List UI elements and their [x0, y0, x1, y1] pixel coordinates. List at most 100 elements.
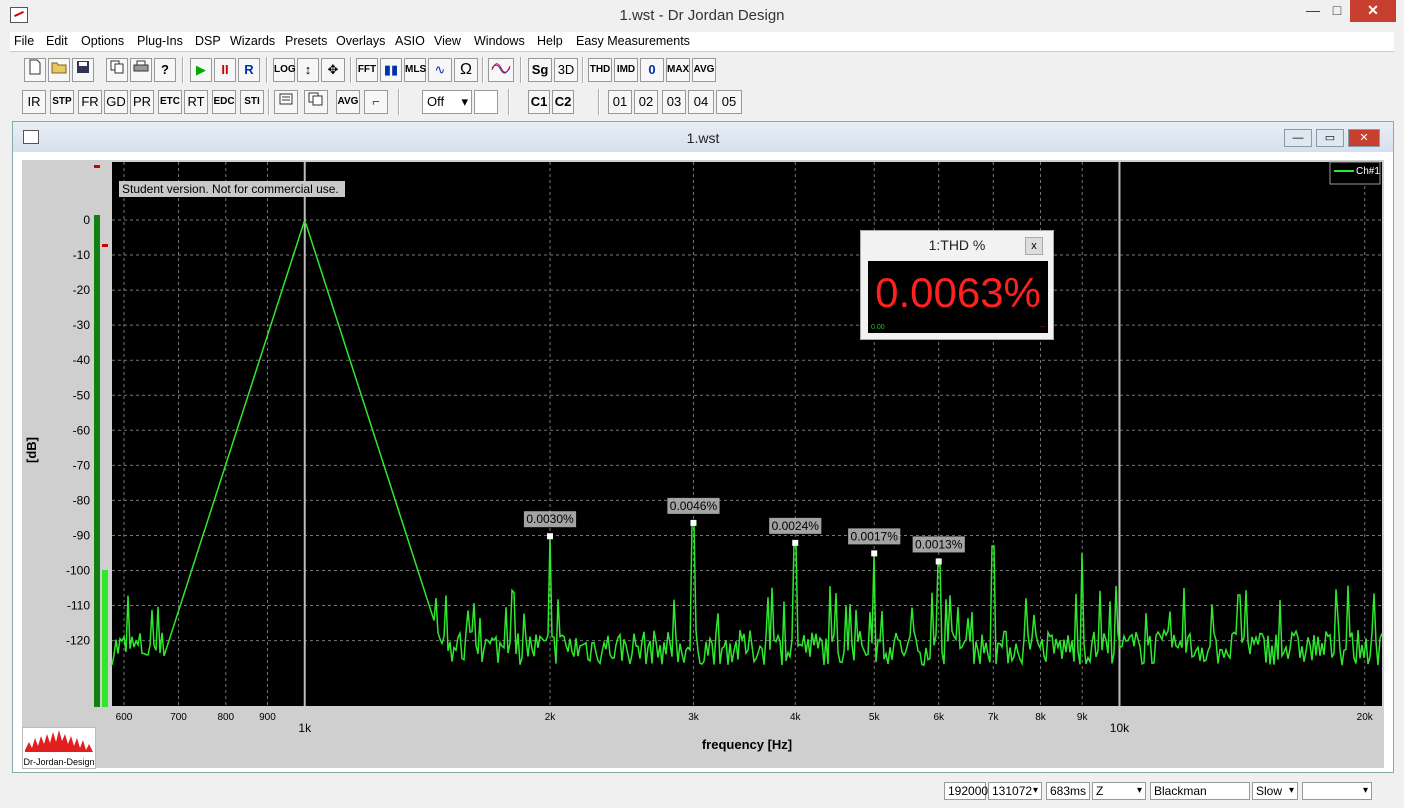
- preset-04-button[interactable]: 04: [688, 90, 714, 114]
- open-folder-icon[interactable]: [48, 58, 70, 82]
- level-meter-bar-2: [102, 570, 108, 707]
- preset-02-button[interactable]: 02: [634, 90, 658, 114]
- weighting-select[interactable]: Z: [1092, 782, 1146, 800]
- zero-button[interactable]: 0: [640, 58, 664, 82]
- x-tick-label: 20k: [1357, 712, 1374, 723]
- extra-select[interactable]: [1302, 782, 1372, 800]
- menu-windows[interactable]: Windows: [474, 34, 525, 48]
- window-function-display: Blackman: [1150, 782, 1250, 800]
- status-bar: 192000 131072 683ms Z Blackman Slow: [0, 778, 1404, 808]
- etc-button[interactable]: ETC: [158, 90, 182, 114]
- mls-button[interactable]: MLS: [404, 58, 426, 82]
- harmonic-marker: [792, 539, 799, 546]
- measurement-window-titlebar[interactable]: 1.wst — ▭ ✕: [13, 122, 1393, 152]
- thd-min-value: 0.00: [871, 324, 885, 331]
- menu-edit[interactable]: Edit: [46, 34, 68, 48]
- menu-plugins[interactable]: Plug-Ins: [137, 34, 183, 48]
- gd-button[interactable]: GD: [104, 90, 128, 114]
- color-swatch[interactable]: [474, 90, 498, 114]
- menu-file[interactable]: File: [14, 34, 34, 48]
- ir-button[interactable]: IR: [22, 90, 46, 114]
- speed-select[interactable]: Slow: [1252, 782, 1298, 800]
- toolbar-separator: [266, 57, 268, 83]
- avg-button[interactable]: AVG: [692, 58, 716, 82]
- toolbar-separator: [482, 57, 484, 83]
- child-close-button[interactable]: ✕: [1348, 129, 1380, 147]
- sample-rate-display: 192000: [944, 782, 988, 800]
- preset-03-button[interactable]: 03: [662, 90, 686, 114]
- imd-button[interactable]: IMD: [614, 58, 638, 82]
- max-button[interactable]: MAX: [666, 58, 690, 82]
- save-icon[interactable]: [72, 58, 94, 82]
- x-tick-label: 9k: [1077, 712, 1089, 723]
- level-meter-peak-2: [102, 244, 108, 247]
- fft-button[interactable]: FFT: [356, 58, 378, 82]
- properties-icon[interactable]: [274, 90, 298, 114]
- toolbar-main: ? ▶ II R LOG ↕ ✥ FFT ▮▮ MLS ∿ Ω Sg 3D TH…: [10, 53, 1394, 85]
- menu-options[interactable]: Options: [81, 34, 124, 48]
- average-button[interactable]: AVG: [336, 90, 360, 114]
- 3d-button[interactable]: 3D: [554, 58, 578, 82]
- signal-generator-button[interactable]: Sg: [528, 58, 552, 82]
- x-tick-label: 3k: [688, 712, 700, 723]
- spectrum-icon[interactable]: ▮▮: [380, 58, 402, 82]
- spectrum-chart[interactable]: 0 -10 -20 -30 -40 -50 -60 -70 -80 -90 -100 -110 -120…: [22, 160, 1384, 768]
- y-tick-label: -120: [66, 634, 90, 648]
- menu-overlays[interactable]: Overlays: [336, 34, 385, 48]
- vertical-zoom-icon[interactable]: ↕: [297, 58, 319, 82]
- impedance-icon[interactable]: Ω: [454, 58, 478, 82]
- menu-asio[interactable]: ASIO: [395, 34, 425, 48]
- sweep-icon[interactable]: ∿: [428, 58, 452, 82]
- waveform-icon[interactable]: [488, 58, 514, 82]
- smoothing-select[interactable]: Off ▾: [422, 90, 472, 114]
- harmonic-label: 0.0013%: [915, 537, 963, 551]
- y-axis-label: [dB]: [24, 437, 39, 463]
- window-title: 1.wst - Dr Jordan Design: [619, 7, 785, 24]
- thd-button[interactable]: THD: [588, 58, 612, 82]
- menu-wizards[interactable]: Wizards: [230, 34, 275, 48]
- record-button[interactable]: R: [238, 58, 260, 82]
- sti-button[interactable]: STI: [240, 90, 264, 114]
- new-file-icon[interactable]: [24, 58, 46, 82]
- pan-icon[interactable]: ✥: [321, 58, 345, 82]
- menu-presets[interactable]: Presets: [285, 34, 327, 48]
- thd-meter-window[interactable]: 1:THD % x 0.0063% 0.00 --: [860, 230, 1054, 340]
- rt-button[interactable]: RT: [184, 90, 208, 114]
- edc-button[interactable]: EDC: [212, 90, 236, 114]
- preset-05-button[interactable]: 05: [716, 90, 742, 114]
- cascade-icon[interactable]: [304, 90, 328, 114]
- channel-2-button[interactable]: C2: [552, 90, 574, 114]
- menu-dsp[interactable]: DSP: [195, 34, 221, 48]
- harmonic-marker: [547, 533, 554, 540]
- close-button[interactable]: ✕: [1350, 0, 1396, 22]
- thd-close-button[interactable]: x: [1025, 237, 1043, 255]
- stp-button[interactable]: STP: [50, 90, 74, 114]
- x-major-tick-label: 1k: [298, 721, 312, 735]
- x-tick-label: 5k: [869, 712, 881, 723]
- pause-icon[interactable]: II: [214, 58, 236, 82]
- pr-button[interactable]: PR: [130, 90, 154, 114]
- brand-logo: Dr-Jordan-Design: [22, 727, 96, 769]
- menu-help[interactable]: Help: [537, 34, 563, 48]
- print-icon[interactable]: [130, 58, 152, 82]
- y-tick-label: -40: [73, 353, 91, 367]
- menu-easy-measurements[interactable]: Easy Measurements: [576, 34, 690, 48]
- fr-button[interactable]: FR: [78, 90, 102, 114]
- menu-view[interactable]: View: [434, 34, 461, 48]
- y-tick-label: -30: [73, 318, 91, 332]
- play-icon[interactable]: ▶: [190, 58, 212, 82]
- copy-icon[interactable]: [106, 58, 128, 82]
- harmonic-label: 0.0046%: [670, 499, 718, 513]
- child-restore-button[interactable]: ▭: [1316, 129, 1344, 147]
- maximize-button[interactable]: □: [1322, 0, 1352, 22]
- preset-01-button[interactable]: 01: [608, 90, 632, 114]
- channel-1-button[interactable]: C1: [528, 90, 550, 114]
- fft-size-select[interactable]: 131072: [988, 782, 1042, 800]
- log-button[interactable]: LOG: [273, 58, 296, 82]
- help-icon[interactable]: ?: [154, 58, 176, 82]
- child-minimize-button[interactable]: —: [1284, 129, 1312, 147]
- gate-icon[interactable]: ⌐: [364, 90, 388, 114]
- x-axis-label: frequency [Hz]: [702, 737, 792, 752]
- toolbar-separator: [182, 57, 184, 83]
- menu-bar: File Edit Options Plug-Ins DSP Wizards P…: [10, 32, 1394, 52]
